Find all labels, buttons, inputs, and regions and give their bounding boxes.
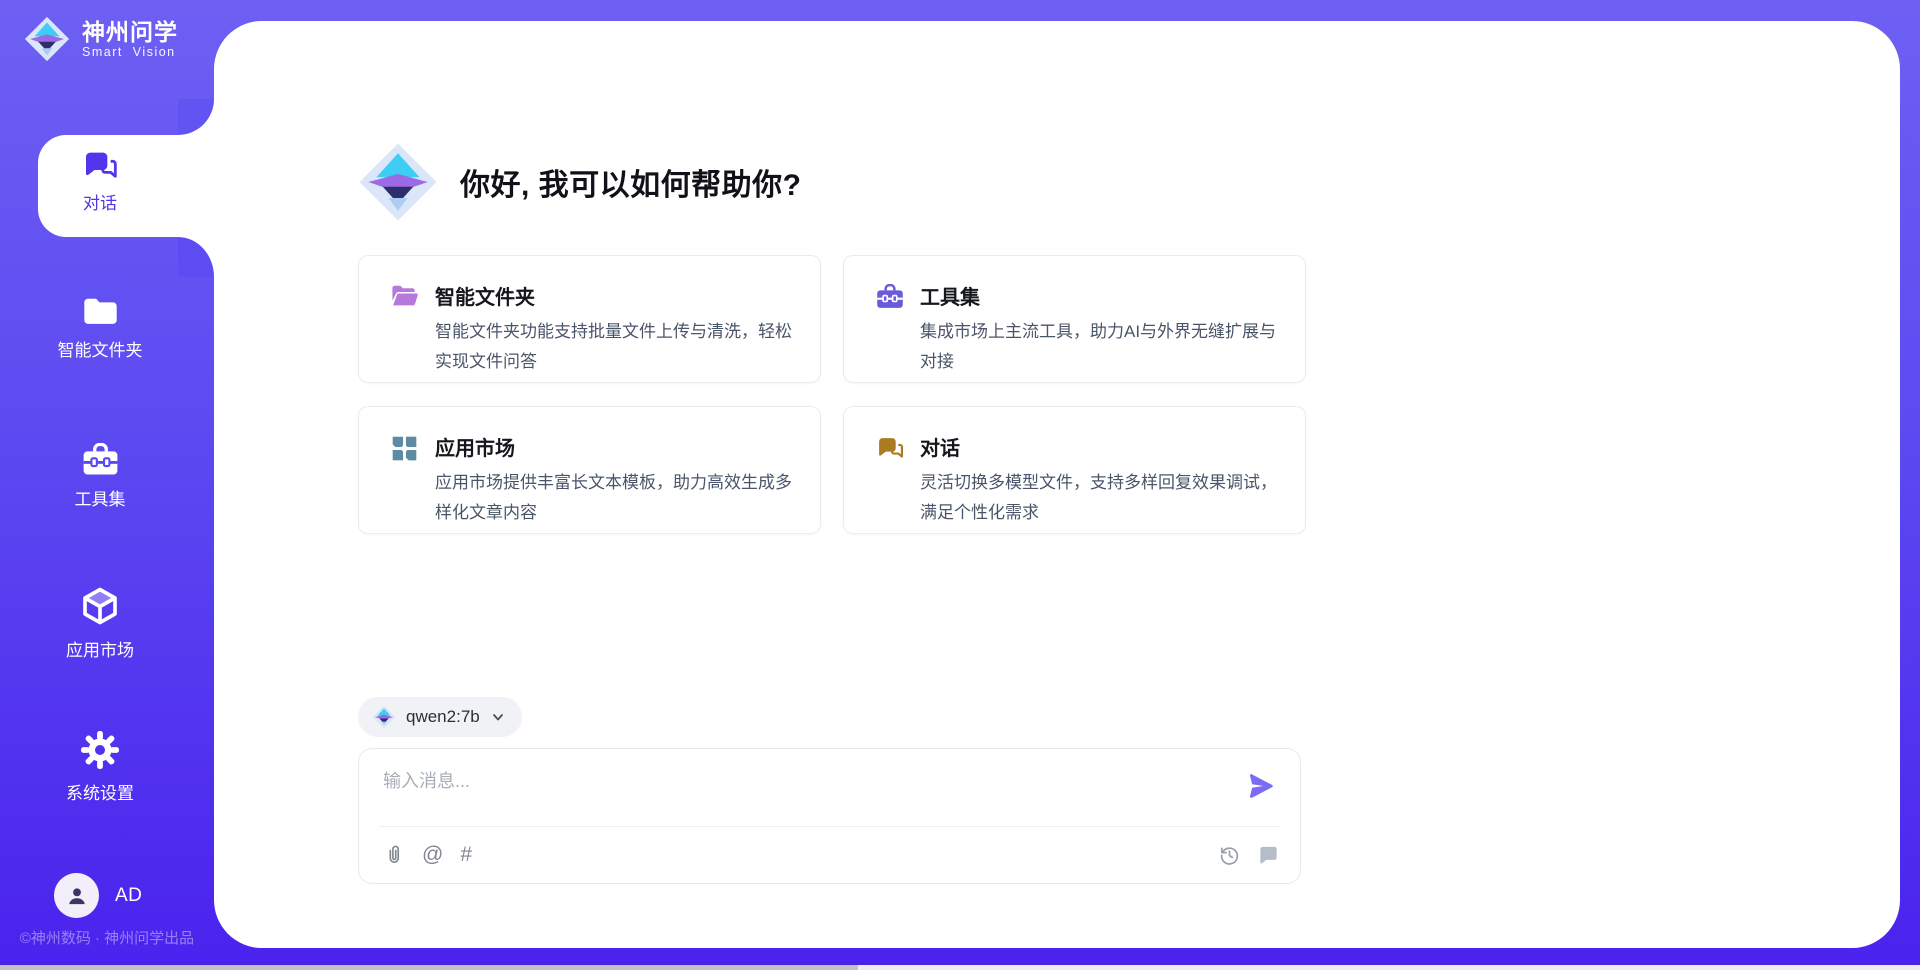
sidebar-item-chat[interactable]: 对话 xyxy=(0,148,200,214)
brand: 神州问学 Smart Vision xyxy=(24,16,178,62)
feature-cards: 智能文件夹 智能文件夹功能支持批量文件上传与清洗，轻松实现文件问答 工具集 集成… xyxy=(358,255,1306,534)
sidebar-item-smart-folder[interactable]: 智能文件夹 xyxy=(0,296,200,361)
sidebar-item-label: 系统设置 xyxy=(66,779,134,804)
conversation-button[interactable] xyxy=(1257,844,1280,867)
send-button[interactable] xyxy=(1244,770,1278,804)
folder-open-icon xyxy=(391,281,419,382)
mention-button[interactable]: @ xyxy=(422,843,443,867)
card-title: 对话 xyxy=(920,432,1277,461)
card-description: 应用市场提供丰富长文本模板，助力高效生成多样化文章内容 xyxy=(435,468,792,528)
brand-name: 神州问学 xyxy=(82,19,178,45)
paperclip-icon xyxy=(383,844,405,866)
sidebar-item-label: 对话 xyxy=(83,189,117,214)
composer: qwen2:7b xyxy=(358,697,1306,884)
user-account[interactable]: AD xyxy=(54,873,142,918)
brand-subtitle: Smart Vision xyxy=(82,45,178,59)
toolbox-icon xyxy=(82,443,119,476)
card-title: 工具集 xyxy=(920,281,1277,310)
gear-icon xyxy=(80,730,120,770)
horizontal-scrollbar[interactable] xyxy=(0,965,1920,970)
cube-icon xyxy=(80,585,120,627)
app-window: 神州问学 Smart Vision 对话 智能文件夹 工具集 xyxy=(0,0,1920,970)
model-selector[interactable]: qwen2:7b xyxy=(358,697,522,737)
toolbox-icon xyxy=(876,281,904,382)
topic-button[interactable]: # xyxy=(460,843,472,867)
history-button[interactable] xyxy=(1218,844,1241,867)
folder-icon xyxy=(82,296,119,327)
composer-toolbar: @ # xyxy=(383,827,1280,883)
at-icon: @ xyxy=(422,843,443,867)
tab-fillet-top xyxy=(178,99,214,135)
model-name: qwen2:7b xyxy=(406,707,480,727)
grid-icon xyxy=(391,432,419,533)
card-description: 智能文件夹功能支持批量文件上传与清洗，轻松实现文件问答 xyxy=(435,317,792,377)
sidebar-item-label: 工具集 xyxy=(75,485,126,510)
copyright-text: ©神州数码 · 神州问学出品 xyxy=(0,927,214,948)
chat-bubble-icon xyxy=(1257,844,1280,867)
sidebar-item-label: 应用市场 xyxy=(66,636,134,661)
composer-toolbar-right xyxy=(1218,844,1280,867)
card-smart-folder[interactable]: 智能文件夹 智能文件夹功能支持批量文件上传与清洗，轻松实现文件问答 xyxy=(358,255,821,383)
chevron-down-icon xyxy=(490,709,506,725)
chat-icon xyxy=(82,148,118,180)
message-input-box: @ # xyxy=(358,748,1301,884)
sidebar: 神州问学 Smart Vision 对话 智能文件夹 工具集 xyxy=(0,0,214,970)
card-title: 应用市场 xyxy=(435,432,792,461)
chat-icon xyxy=(876,432,904,533)
sidebar-item-settings[interactable]: 系统设置 xyxy=(0,730,200,804)
card-app-market[interactable]: 应用市场 应用市场提供丰富长文本模板，助力高效生成多样化文章内容 xyxy=(358,406,821,534)
card-chat[interactable]: 对话 灵活切换多模型文件，支持多样回复效果调试，满足个性化需求 xyxy=(843,406,1306,534)
assistant-logo-icon xyxy=(358,142,438,222)
greeting-block: 你好, 我可以如何帮助你? xyxy=(358,142,802,222)
brand-logo-icon xyxy=(24,16,70,62)
history-icon xyxy=(1218,844,1241,867)
card-toolset[interactable]: 工具集 集成市场上主流工具，助力AI与外界无缝扩展与对接 xyxy=(843,255,1306,383)
user-initials: AD xyxy=(115,885,142,907)
model-logo-icon xyxy=(372,705,396,729)
hash-icon: # xyxy=(460,843,472,867)
tab-fillet-bottom xyxy=(178,237,214,277)
sidebar-item-toolset[interactable]: 工具集 xyxy=(0,443,200,510)
avatar xyxy=(54,873,99,918)
sidebar-item-label: 智能文件夹 xyxy=(58,336,143,361)
sidebar-item-app-market[interactable]: 应用市场 xyxy=(0,585,200,661)
card-description: 集成市场上主流工具，助力AI与外界无缝扩展与对接 xyxy=(920,317,1277,377)
scrollbar-thumb[interactable] xyxy=(0,965,858,970)
message-input[interactable] xyxy=(383,767,1230,819)
greeting-title: 你好, 我可以如何帮助你? xyxy=(460,160,802,204)
card-description: 灵活切换多模型文件，支持多样回复效果调试，满足个性化需求 xyxy=(920,468,1277,528)
person-icon xyxy=(64,883,90,909)
send-icon xyxy=(1246,771,1276,801)
attach-button[interactable] xyxy=(383,844,405,866)
card-title: 智能文件夹 xyxy=(435,281,792,310)
main-content: 你好, 我可以如何帮助你? 智能文件夹 智能文件夹功能支持批量文件上传与清洗，轻… xyxy=(358,0,1306,927)
